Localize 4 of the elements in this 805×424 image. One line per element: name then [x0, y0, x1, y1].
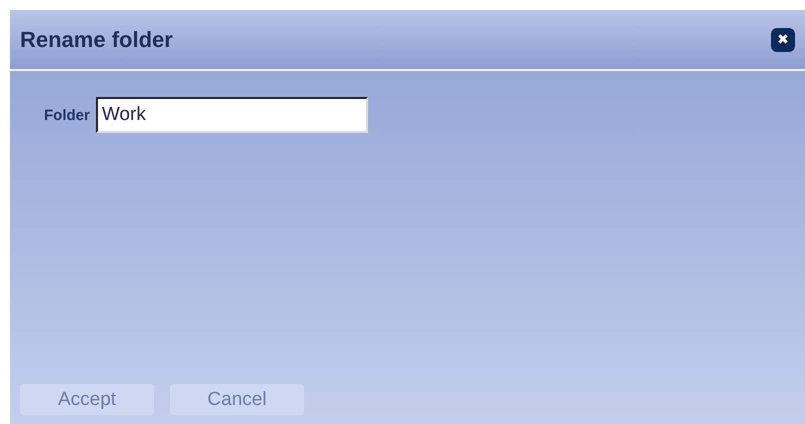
- dialog-title: Rename folder: [20, 26, 173, 52]
- folder-name-field[interactable]: Work: [96, 97, 368, 133]
- field-label: Folder: [44, 106, 90, 124]
- close-button[interactable]: ✖: [771, 28, 795, 52]
